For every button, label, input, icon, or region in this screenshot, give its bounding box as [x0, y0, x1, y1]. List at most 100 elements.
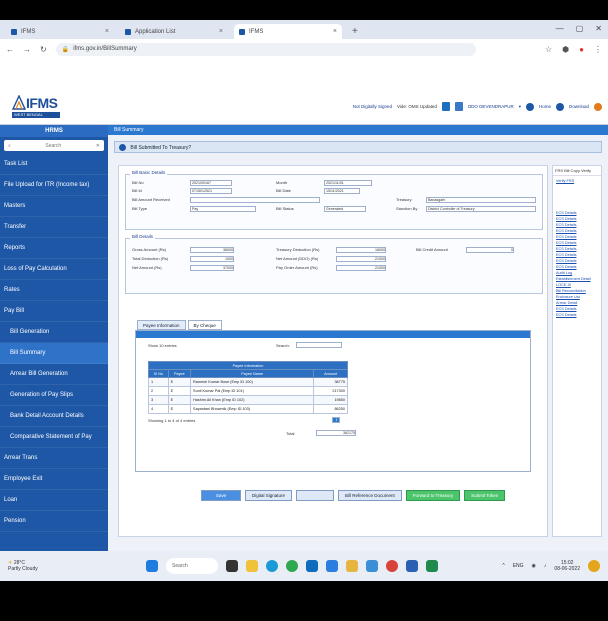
- table-search-input[interactable]: [296, 342, 342, 348]
- close-icon[interactable]: ×: [333, 28, 337, 35]
- column-header[interactable]: Payee: [167, 369, 192, 378]
- browser-tab-2[interactable]: IFMS ×: [234, 24, 342, 39]
- sidebar-item-file-upload[interactable]: File Upload for ITR (Income tax): [0, 175, 108, 196]
- close-icon[interactable]: ✕: [96, 143, 100, 149]
- app-icon[interactable]: [366, 560, 378, 572]
- browser-tab-0[interactable]: IFMS ×: [6, 24, 114, 39]
- sidebar-item-task-list[interactable]: Task List: [0, 154, 108, 175]
- net-amount-ddo-field[interactable]: 21000: [336, 256, 386, 262]
- column-header[interactable]: Amount: [313, 369, 348, 378]
- sidebar-item-pay-slips[interactable]: Generation of Pay Slips: [0, 385, 108, 406]
- tab-payee-information[interactable]: Payee Information: [137, 320, 186, 330]
- digital-signature-button[interactable]: Digital Signature: [245, 490, 293, 501]
- ddo-name[interactable]: DDO DEVENDRAPUR: [468, 104, 514, 109]
- home-icon[interactable]: [525, 102, 534, 111]
- extension-icon[interactable]: ⬢: [562, 45, 569, 54]
- sidebar-item-arrear-trans[interactable]: Arrear Trans: [0, 448, 108, 469]
- forward-icon[interactable]: →: [23, 45, 31, 54]
- sidebar-item-loan[interactable]: Loan: [0, 490, 108, 511]
- sidebar-item-pay-bill[interactable]: Pay Bill: [0, 301, 108, 322]
- edge-icon[interactable]: [266, 560, 278, 572]
- home-link[interactable]: Home: [539, 104, 551, 109]
- sidebar-item-reports[interactable]: Reports: [0, 238, 108, 259]
- windows-start-icon[interactable]: [146, 560, 158, 572]
- chrome-icon[interactable]: [286, 560, 298, 572]
- pagination-page[interactable]: 1: [332, 417, 340, 423]
- word-icon[interactable]: [406, 560, 418, 572]
- treasury-deduction-field[interactable]: 16000: [336, 247, 386, 253]
- bill-reference-button[interactable]: Bill Reference Document: [338, 490, 402, 501]
- total-amount-field[interactable]: 362175: [316, 430, 356, 436]
- chrome-icon[interactable]: [386, 560, 398, 572]
- clock[interactable]: 15:02 08-06-2022: [554, 560, 580, 572]
- bill-no-field[interactable]: 2021/00167: [190, 180, 232, 186]
- sidebar-item-employee-exit[interactable]: Employee Exit: [0, 469, 108, 490]
- search-label: Search:: [276, 343, 290, 348]
- sidebar-item-masters[interactable]: Masters: [0, 196, 108, 217]
- sidebar-item-transfer[interactable]: Transfer: [0, 217, 108, 238]
- sidebar-item-bill-summary[interactable]: Bill Summary: [0, 343, 108, 364]
- language-indicator[interactable]: ENG: [513, 563, 524, 569]
- profile-icon[interactable]: ●: [579, 45, 584, 54]
- column-header[interactable]: Sl No: [148, 369, 169, 378]
- submit-token-button[interactable]: Submit Token: [464, 490, 506, 501]
- sidebar-search-input[interactable]: ⌕ Search ✕: [4, 140, 104, 151]
- bill-id-field[interactable]: 0715012521: [190, 188, 232, 194]
- total-deduction-field[interactable]: 1000: [190, 256, 234, 262]
- sidebar-item-arrear-bill[interactable]: Arrear Bill Generation: [0, 364, 108, 385]
- bill-amount-field[interactable]: [190, 197, 320, 203]
- bill-credit-amount-field[interactable]: 0: [466, 247, 514, 253]
- back-icon[interactable]: ←: [6, 45, 14, 54]
- download-link[interactable]: Download: [569, 104, 589, 109]
- save-button[interactable]: Save: [201, 490, 241, 501]
- new-tab-icon[interactable]: +: [352, 24, 358, 39]
- sidebar-item-loss-of-pay[interactable]: Loss of Pay Calculation: [0, 259, 108, 280]
- download-icon[interactable]: [555, 102, 564, 111]
- bill-type-field[interactable]: Pay: [190, 206, 256, 212]
- sidebar-item-bill-generation[interactable]: Bill Generation: [0, 322, 108, 343]
- menu-icon[interactable]: ⋮: [594, 45, 602, 54]
- bill-date-field[interactable]: 15/11/2021: [324, 188, 360, 194]
- chevron-down-icon[interactable]: ▾: [519, 104, 521, 110]
- mail-icon[interactable]: [326, 560, 338, 572]
- blank-button[interactable]: [296, 490, 335, 501]
- sanction-by-field[interactable]: District Controller of Treasury: [426, 206, 536, 212]
- close-window-icon[interactable]: ✕: [595, 24, 602, 33]
- wifi-icon[interactable]: ◉: [532, 563, 536, 569]
- task-view-icon[interactable]: [226, 560, 238, 572]
- speaker-icon[interactable]: ♪: [544, 563, 547, 569]
- file-explorer-icon[interactable]: [246, 560, 258, 572]
- excel-icon[interactable]: [426, 560, 438, 572]
- show-entries-select[interactable]: Show 10 entries: [148, 343, 177, 348]
- field-label: Bill Status: [276, 206, 294, 211]
- treasury-field[interactable]: Banasgarh: [426, 197, 536, 203]
- minimize-icon[interactable]: —: [556, 24, 564, 33]
- reload-icon[interactable]: ↻: [40, 45, 47, 54]
- tab-by-cheque[interactable]: By Cheque: [187, 320, 222, 330]
- power-icon[interactable]: [594, 102, 602, 111]
- chevron-up-icon[interactable]: ^: [502, 563, 504, 569]
- url-field[interactable]: 🔒 ifms.gov.in/BillSummary: [55, 42, 476, 56]
- forward-to-treasury-button[interactable]: Forward to Treasury: [405, 490, 461, 501]
- taskbar-search[interactable]: Search: [166, 558, 218, 574]
- right-link[interactable]: ECS Details: [553, 312, 601, 318]
- weather-widget[interactable]: ☀ 28°C Partly Cloudy: [8, 560, 68, 572]
- close-icon[interactable]: ×: [219, 28, 223, 35]
- sidebar-item-rates[interactable]: Rates: [0, 280, 108, 301]
- browser-tab-1[interactable]: Application List ×: [120, 24, 228, 39]
- month-field[interactable]: 2021/11/01: [324, 180, 372, 186]
- bill-status-field[interactable]: Generated: [324, 206, 366, 212]
- close-icon[interactable]: ×: [105, 28, 109, 35]
- gross-amount-field[interactable]: 38000: [190, 247, 234, 253]
- sidebar-item-pension[interactable]: Pension: [0, 511, 108, 532]
- net-amount-field[interactable]: 37000: [190, 265, 234, 271]
- star-icon[interactable]: ☆: [545, 45, 552, 54]
- sidebar-item-comparative[interactable]: Comparative Statement of Pay: [0, 427, 108, 448]
- column-header[interactable]: Payee Name: [190, 369, 315, 378]
- folder-icon[interactable]: [346, 560, 358, 572]
- sidebar-item-bank-details[interactable]: Bank Detail Account Details: [0, 406, 108, 427]
- pay-order-amount-field[interactable]: 21000: [336, 265, 386, 271]
- notification-icon[interactable]: [588, 560, 600, 572]
- maximize-icon[interactable]: ▢: [576, 24, 584, 33]
- store-icon[interactable]: [306, 560, 318, 572]
